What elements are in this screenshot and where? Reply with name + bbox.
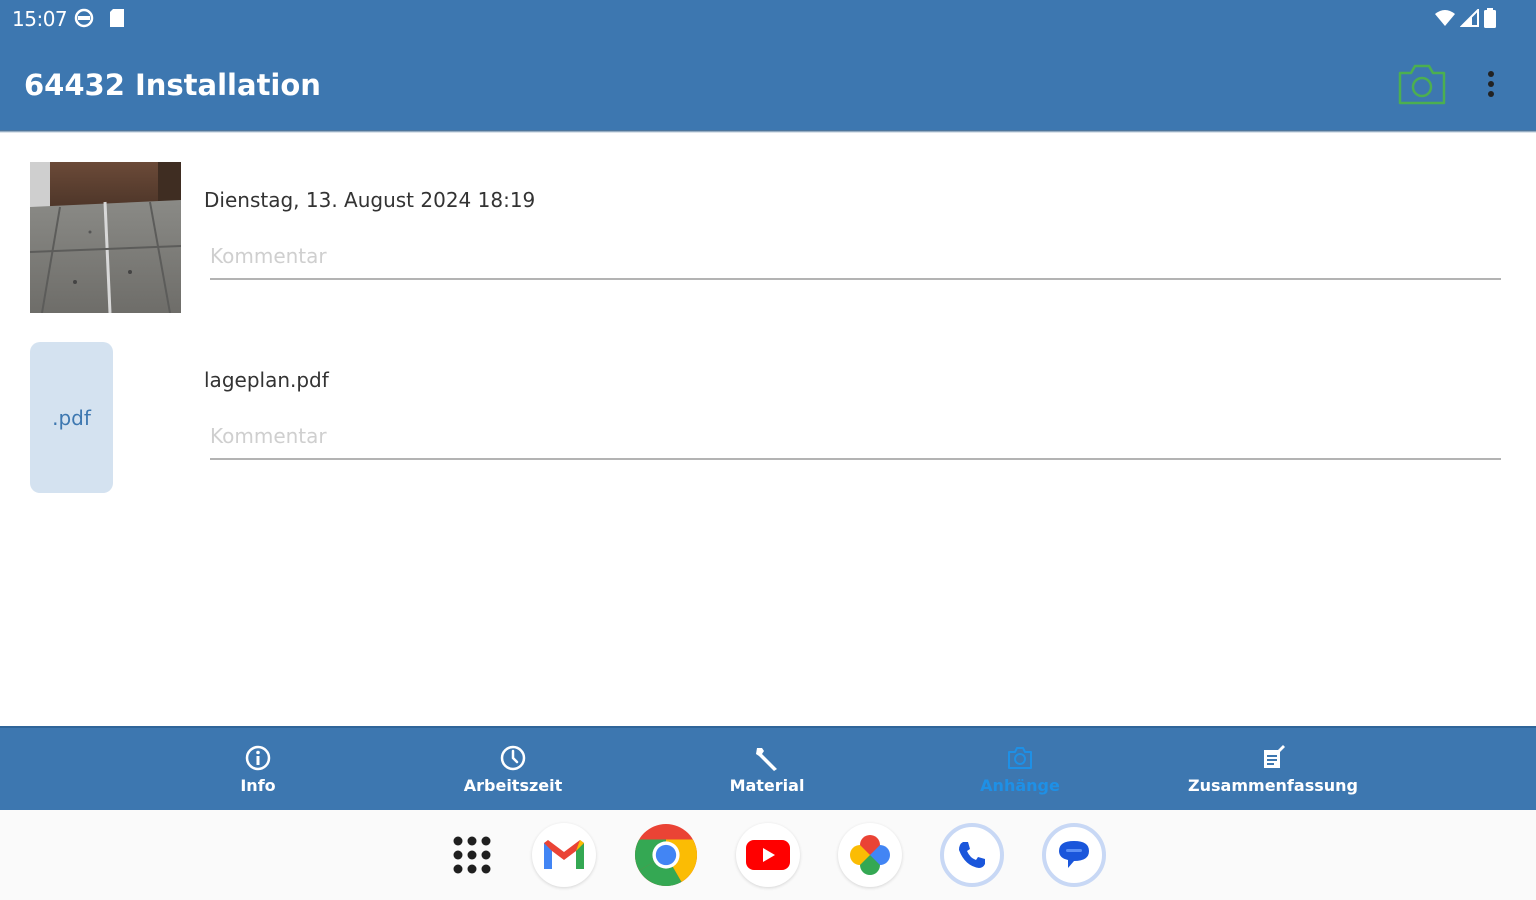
comment-input-photo[interactable] (210, 240, 1501, 280)
photo-thumbnail[interactable] (30, 162, 181, 313)
app-bar: 64432 Installation (0, 38, 1536, 130)
phone-icon (959, 842, 985, 868)
nav-item-arbeitszeit[interactable]: Arbeitszeit (448, 728, 578, 812)
signal-icon (1460, 9, 1479, 27)
wrench-icon (756, 748, 777, 771)
attachment-row-photo: Dienstag, 13. August 2024 18:19 (0, 160, 1536, 320)
nav-item-zusammenfassung[interactable]: Zusammenfassung (1178, 728, 1368, 812)
status-bar: 15:07 (0, 0, 1536, 38)
camera-button[interactable] (1396, 60, 1448, 108)
nav-label-arbeitszeit: Arbeitszeit (463, 776, 563, 795)
wifi-icon (1435, 10, 1455, 26)
status-time: 15:07 (12, 7, 68, 31)
youtube-app[interactable] (736, 823, 800, 887)
pdf-thumbnail-label: .pdf (52, 405, 91, 430)
nav-item-anhaenge[interactable]: Anhänge (960, 728, 1080, 812)
info-icon (245, 745, 271, 771)
messages-app[interactable] (1042, 823, 1106, 887)
nav-label-anhaenge: Anhänge (980, 776, 1060, 795)
more-options-button[interactable] (1478, 64, 1504, 104)
photos-app[interactable] (838, 823, 902, 887)
nav-item-material[interactable]: Material (712, 728, 822, 812)
chrome-icon (634, 823, 698, 887)
attachment-row-pdf: .pdf lageplan.pdf (0, 340, 1536, 500)
battery-icon (1484, 8, 1496, 28)
pdf-thumbnail[interactable]: .pdf (30, 342, 113, 493)
photo-thumbnail-image (30, 162, 181, 313)
comment-input-pdf[interactable] (210, 420, 1501, 460)
page-title: 64432 Installation (24, 68, 321, 102)
app-grid-icon (453, 836, 491, 874)
clock-icon (500, 745, 526, 771)
app-bar-shadow (0, 130, 1536, 133)
bottom-navigation: Info Arbeitszeit Material Anhänge Zusamm… (0, 726, 1536, 810)
messages-icon (1059, 841, 1089, 868)
youtube-icon (746, 840, 790, 870)
gmail-icon (544, 840, 584, 869)
nav-label-material: Material (729, 776, 805, 795)
sync-status-icon (74, 8, 94, 28)
more-vertical-icon (1488, 71, 1494, 97)
sd-card-icon (110, 9, 124, 27)
app-drawer-button[interactable] (440, 823, 504, 887)
gmail-app[interactable] (532, 823, 596, 887)
system-taskbar (0, 810, 1536, 900)
nav-label-zusammenfassung: Zusammenfassung (1188, 776, 1358, 795)
nav-label-info: Info (240, 776, 276, 795)
attachment-date: Dienstag, 13. August 2024 18:19 (204, 188, 536, 212)
camera-icon (1008, 747, 1032, 769)
photos-icon (850, 835, 890, 875)
summary-icon (1264, 745, 1285, 768)
chrome-app[interactable] (634, 823, 698, 887)
camera-icon (1398, 64, 1446, 105)
attachment-filename: lageplan.pdf (204, 368, 329, 392)
phone-app[interactable] (940, 823, 1004, 887)
nav-item-info[interactable]: Info (208, 728, 308, 812)
